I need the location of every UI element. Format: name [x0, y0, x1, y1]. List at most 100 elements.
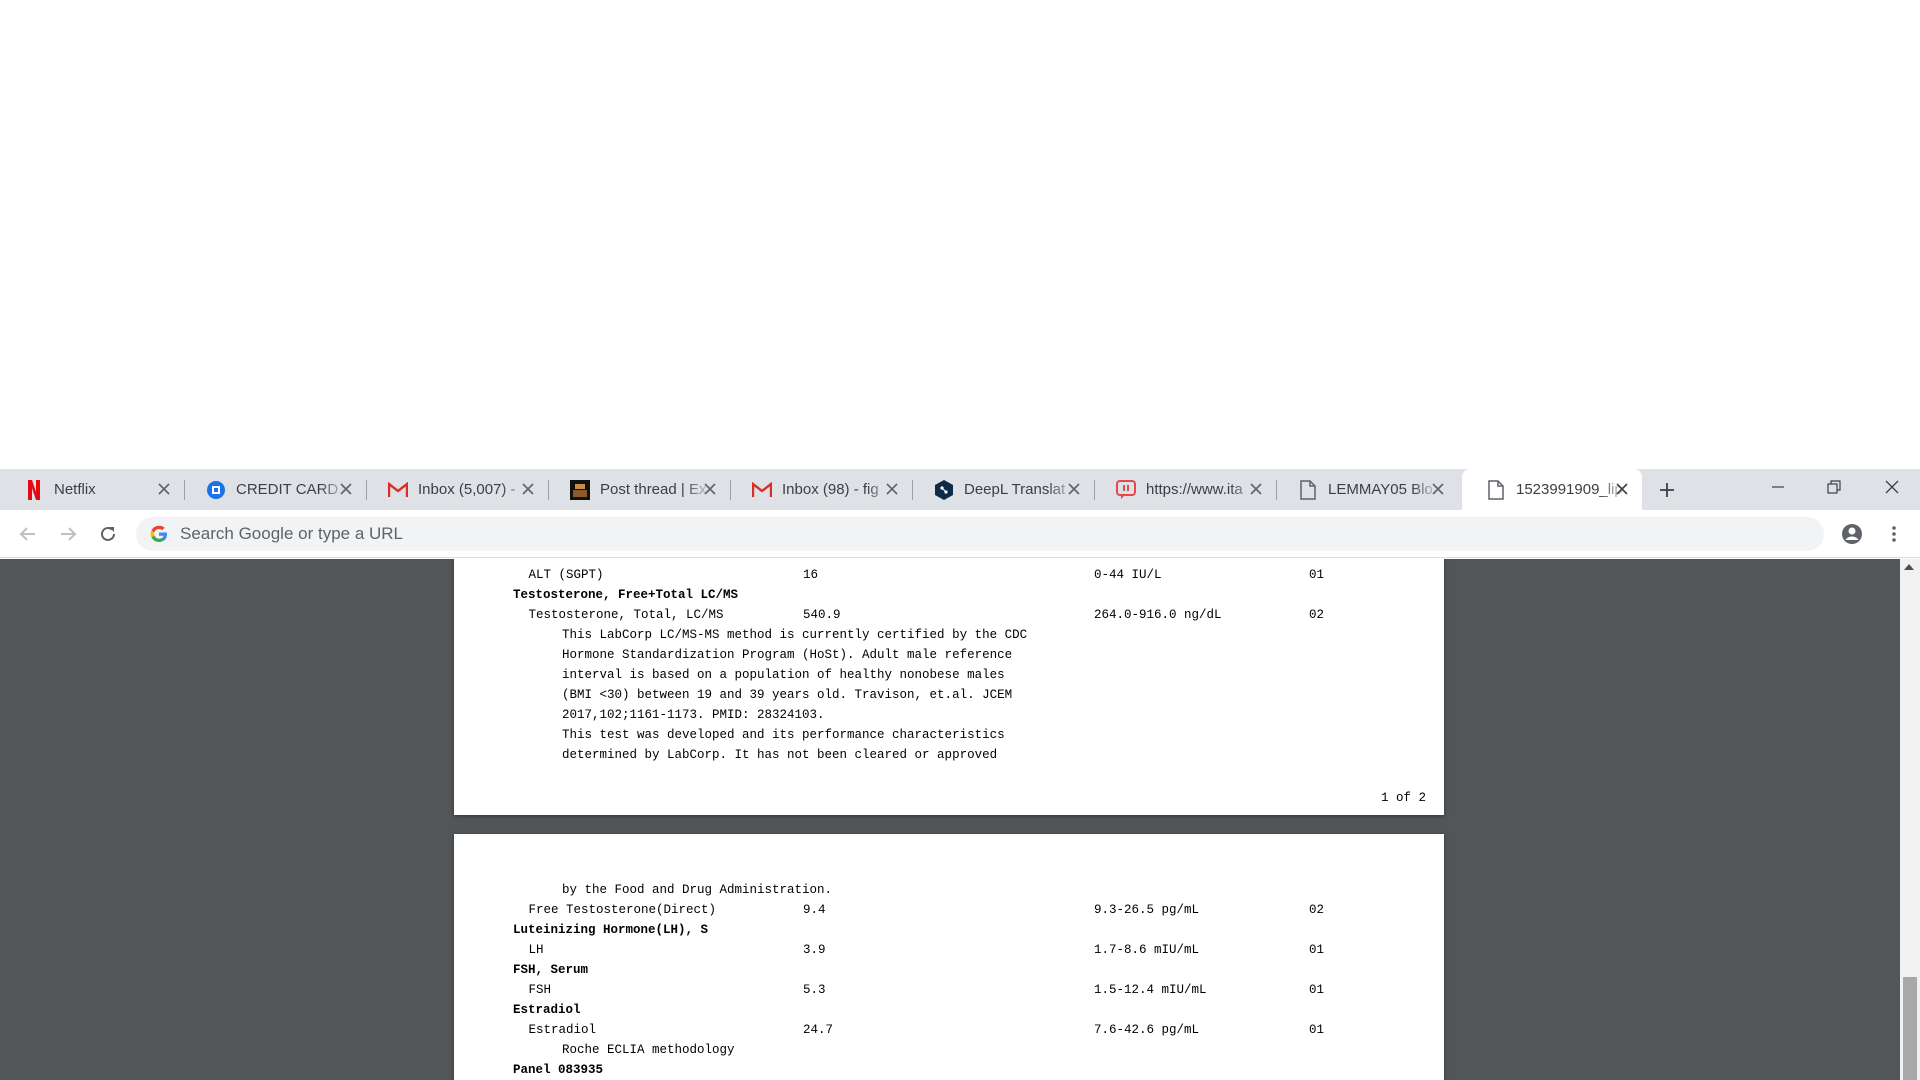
profile-button[interactable]: [1838, 520, 1866, 548]
minimize-icon: [1772, 486, 1784, 488]
blank-area: [0, 0, 1920, 469]
browser-toolbar: [0, 510, 1920, 558]
scrollbar-thumb[interactable]: [1903, 977, 1917, 1080]
netflix-icon: [24, 479, 44, 500]
chase-icon: [206, 480, 226, 500]
test-group-header: Luteinizing Hormone(LH), S: [513, 923, 709, 937]
test-result: 24.7: [803, 1023, 834, 1037]
tab-title: LEMMAY05 Blo: [1328, 481, 1433, 498]
note-line: (BMI <30) between 19 and 39 years old. T…: [562, 688, 1013, 702]
note-line: 2017,102;1161-1173. PMID: 28324103.: [562, 708, 825, 722]
test-name: Estradiol: [521, 1023, 597, 1037]
address-bar[interactable]: [136, 517, 1824, 551]
lab-code: 01: [1309, 943, 1325, 957]
test-name: FSH: [521, 983, 552, 997]
tab-title: CREDIT CARD -: [236, 481, 348, 498]
search-input[interactable]: [180, 524, 1680, 544]
lab-code: 01: [1309, 983, 1325, 997]
test-group-header: Panel 083935: [513, 1063, 604, 1077]
note-line: Roche ECLIA methodology: [562, 1043, 735, 1057]
test-result: 9.4: [803, 903, 826, 917]
pdf-viewer[interactable]: ALT (SGPT) 16 0-44 IU/L 01 Testosterone,…: [0, 559, 1920, 1080]
close-icon[interactable]: [702, 481, 718, 497]
close-icon[interactable]: [338, 481, 354, 497]
test-result: 3.9: [803, 943, 826, 957]
tab-pdf-active[interactable]: 1523991909_lip: [1462, 469, 1642, 510]
test-result: 16: [803, 568, 819, 582]
test-group-header: Estradiol: [513, 1003, 581, 1017]
close-icon[interactable]: [520, 481, 536, 497]
forum-icon: [570, 479, 590, 500]
google-icon: [150, 525, 167, 542]
note-line: by the Food and Drug Administration.: [562, 883, 833, 897]
close-icon[interactable]: [1248, 481, 1264, 497]
close-icon[interactable]: [1614, 481, 1630, 497]
restore-icon: [1827, 480, 1841, 494]
reference-range: 1.7-8.6 mIU/mL: [1094, 943, 1200, 957]
lab-code: 02: [1309, 608, 1325, 622]
close-window-button[interactable]: [1864, 469, 1920, 505]
reload-icon: [101, 526, 115, 541]
tab-post-thread[interactable]: Post thread | Ex: [546, 469, 731, 510]
scroll-up-arrow-icon[interactable]: [1904, 564, 1914, 570]
forward-arrow-icon: [61, 527, 77, 541]
document-icon: [1486, 479, 1506, 500]
reference-range: 1.5-12.4 mIU/mL: [1094, 983, 1207, 997]
test-name: ALT (SGPT): [521, 568, 604, 582]
minimize-button[interactable]: [1750, 469, 1806, 505]
note-line: determined by LabCorp. It has not been c…: [562, 748, 998, 762]
vertical-scrollbar[interactable]: [1900, 559, 1920, 1080]
page-number: 1 of 2: [1380, 791, 1426, 805]
document-icon: [1298, 479, 1318, 500]
tab-inbox-98[interactable]: Inbox (98) - fig: [728, 469, 913, 510]
new-tab-button[interactable]: [1655, 478, 1679, 502]
reference-range: 9.3-26.5 pg/mL: [1094, 903, 1200, 917]
account-icon: [1842, 524, 1862, 544]
kebab-menu-icon: [1892, 526, 1896, 542]
test-group-header: Testosterone, Free+Total LC/MS: [513, 588, 739, 602]
reference-range: 0-44 IU/L: [1094, 568, 1162, 582]
tab-title: Inbox (5,007) -: [418, 481, 516, 498]
tab-strip: Netflix CREDIT CARD - Inbox (5,007) - Po…: [0, 469, 1920, 510]
tab-title: 1523991909_lip: [1516, 481, 1623, 498]
test-name: Free Testosterone(Direct): [521, 903, 717, 917]
gmail-icon: [752, 480, 772, 500]
test-name: LH: [521, 943, 544, 957]
deepl-icon: [934, 479, 954, 500]
close-icon[interactable]: [1430, 481, 1446, 497]
plus-icon: [1660, 483, 1674, 497]
reference-range: 7.6-42.6 pg/mL: [1094, 1023, 1200, 1037]
note-line: This LabCorp LC/MS-MS method is currentl…: [562, 628, 1028, 642]
back-arrow-icon: [19, 527, 35, 541]
gmail-icon: [388, 480, 408, 500]
tab-inbox-5007[interactable]: Inbox (5,007) -: [364, 469, 549, 510]
close-icon[interactable]: [156, 481, 172, 497]
italki-icon: [1116, 479, 1136, 500]
tab-title: Netflix: [54, 481, 96, 498]
tab-title: Inbox (98) - fig: [782, 481, 879, 498]
tab-lemmay05[interactable]: LEMMAY05 Blo: [1274, 469, 1458, 510]
tab-title: DeepL Translat: [964, 481, 1066, 498]
tab-title: https://www.ita: [1146, 481, 1243, 498]
lab-code: 01: [1309, 568, 1325, 582]
test-name: Testosterone, Total, LC/MS: [521, 608, 724, 622]
forward-button[interactable]: [54, 520, 82, 548]
tab-title: Post thread | Ex: [600, 481, 707, 498]
close-icon[interactable]: [1066, 481, 1082, 497]
reload-button[interactable]: [94, 520, 122, 548]
tab-credit-card[interactable]: CREDIT CARD -: [182, 469, 367, 510]
lab-code: 01: [1309, 1023, 1325, 1037]
back-button[interactable]: [14, 520, 42, 548]
note-line: Hormone Standardization Program (HoSt). …: [562, 648, 1013, 662]
close-icon[interactable]: [884, 481, 900, 497]
tab-netflix[interactable]: Netflix: [0, 469, 185, 510]
reference-range: 264.0-916.0 ng/dL: [1094, 608, 1222, 622]
test-group-header: FSH, Serum: [513, 963, 589, 977]
pdf-page-1: ALT (SGPT) 16 0-44 IU/L 01 Testosterone,…: [454, 559, 1444, 815]
tab-italki[interactable]: https://www.ita: [1092, 469, 1277, 510]
tab-deepl[interactable]: DeepL Translat: [910, 469, 1095, 510]
lab-code: 02: [1309, 903, 1325, 917]
test-result: 540.9: [803, 608, 841, 622]
menu-button[interactable]: [1880, 520, 1908, 548]
restore-button[interactable]: [1806, 469, 1862, 505]
